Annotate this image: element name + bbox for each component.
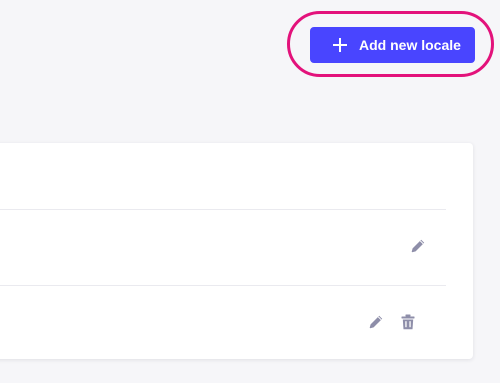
pencil-icon: [411, 239, 425, 253]
locales-table: [0, 143, 473, 359]
pencil-icon: [369, 315, 383, 329]
delete-locale-button[interactable]: [398, 312, 418, 332]
table-header-divider: [0, 209, 446, 210]
add-new-locale-button[interactable]: Add new locale: [310, 27, 475, 63]
edit-locale-button[interactable]: [366, 312, 386, 332]
edit-locale-button[interactable]: [408, 236, 428, 256]
add-new-locale-label: Add new locale: [359, 37, 461, 53]
row-divider: [0, 285, 446, 286]
plus-icon: [333, 38, 347, 52]
locales-page: Add new locale: [0, 0, 500, 383]
trash-icon: [401, 314, 415, 330]
